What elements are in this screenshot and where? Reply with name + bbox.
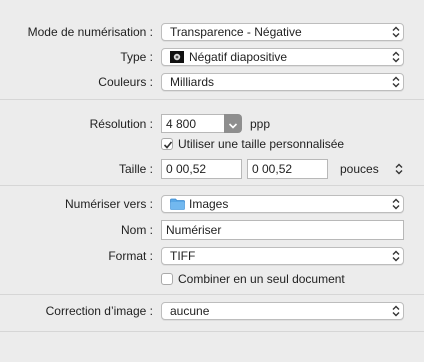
separator xyxy=(0,99,424,100)
chevron-updown-icon xyxy=(391,250,401,262)
name-input[interactable]: Numériser xyxy=(161,220,404,240)
combine-checkbox[interactable] xyxy=(161,273,173,285)
checkmark-icon xyxy=(163,139,173,153)
size-width-input[interactable]: 0 00,52 xyxy=(161,159,242,179)
destination-label: Numériser vers : xyxy=(64,197,153,211)
destination-value: Images xyxy=(189,197,229,211)
type-label: Type : xyxy=(120,50,153,64)
chevron-updown-icon[interactable] xyxy=(394,163,404,178)
resolution-label: Résolution : xyxy=(89,117,153,131)
scan-mode-value: Transparence - Négative xyxy=(170,25,302,39)
name-value: Numériser xyxy=(166,223,222,237)
chevron-updown-icon xyxy=(391,198,401,210)
chevron-updown-icon xyxy=(391,305,401,317)
size-unit-popup[interactable]: pouces xyxy=(340,161,379,177)
chevron-updown-icon xyxy=(391,51,401,63)
colors-label: Couleurs : xyxy=(98,75,153,89)
size-unit-value: pouces xyxy=(340,162,379,176)
chevron-updown-icon xyxy=(391,26,401,38)
colors-value: Milliards xyxy=(170,75,215,89)
format-label: Format : xyxy=(108,249,153,263)
resolution-input[interactable]: 4 800 xyxy=(161,114,225,133)
correction-label: Correction d’image : xyxy=(45,304,153,318)
separator xyxy=(0,294,424,295)
format-value: TIFF xyxy=(170,249,196,263)
size-height-input[interactable]: 0 00,52 xyxy=(247,159,328,179)
folder-icon xyxy=(170,198,185,210)
name-label: Nom : xyxy=(120,223,153,237)
custom-size-checkbox[interactable] xyxy=(161,138,173,150)
resolution-dropdown-button[interactable] xyxy=(224,114,242,133)
custom-size-label: Utiliser une taille personnalisée xyxy=(178,137,345,151)
type-value: Négatif diapositive xyxy=(189,50,288,64)
size-label: Taille : xyxy=(118,162,153,176)
resolution-unit: ppp xyxy=(250,117,271,131)
resolution-value: 4 800 xyxy=(166,117,197,131)
format-popup[interactable]: TIFF xyxy=(161,247,404,265)
correction-value: aucune xyxy=(170,304,210,318)
separator xyxy=(0,185,424,186)
correction-popup[interactable]: aucune xyxy=(161,302,404,320)
separator xyxy=(0,331,424,332)
film-negative-icon xyxy=(170,51,184,63)
chevron-updown-icon xyxy=(391,76,401,88)
type-popup[interactable]: Négatif diapositive xyxy=(161,48,404,66)
colors-popup[interactable]: Milliards xyxy=(161,73,404,91)
size-height-value: 0 00,52 xyxy=(252,162,293,176)
destination-popup[interactable]: Images xyxy=(161,195,404,213)
size-width-value: 0 00,52 xyxy=(166,162,207,176)
combine-label: Combiner en un seul document xyxy=(178,272,345,286)
scan-mode-popup[interactable]: Transparence - Négative xyxy=(161,23,404,41)
scan-mode-label: Mode de numérisation : xyxy=(27,25,153,39)
chevron-down-icon xyxy=(228,119,238,133)
